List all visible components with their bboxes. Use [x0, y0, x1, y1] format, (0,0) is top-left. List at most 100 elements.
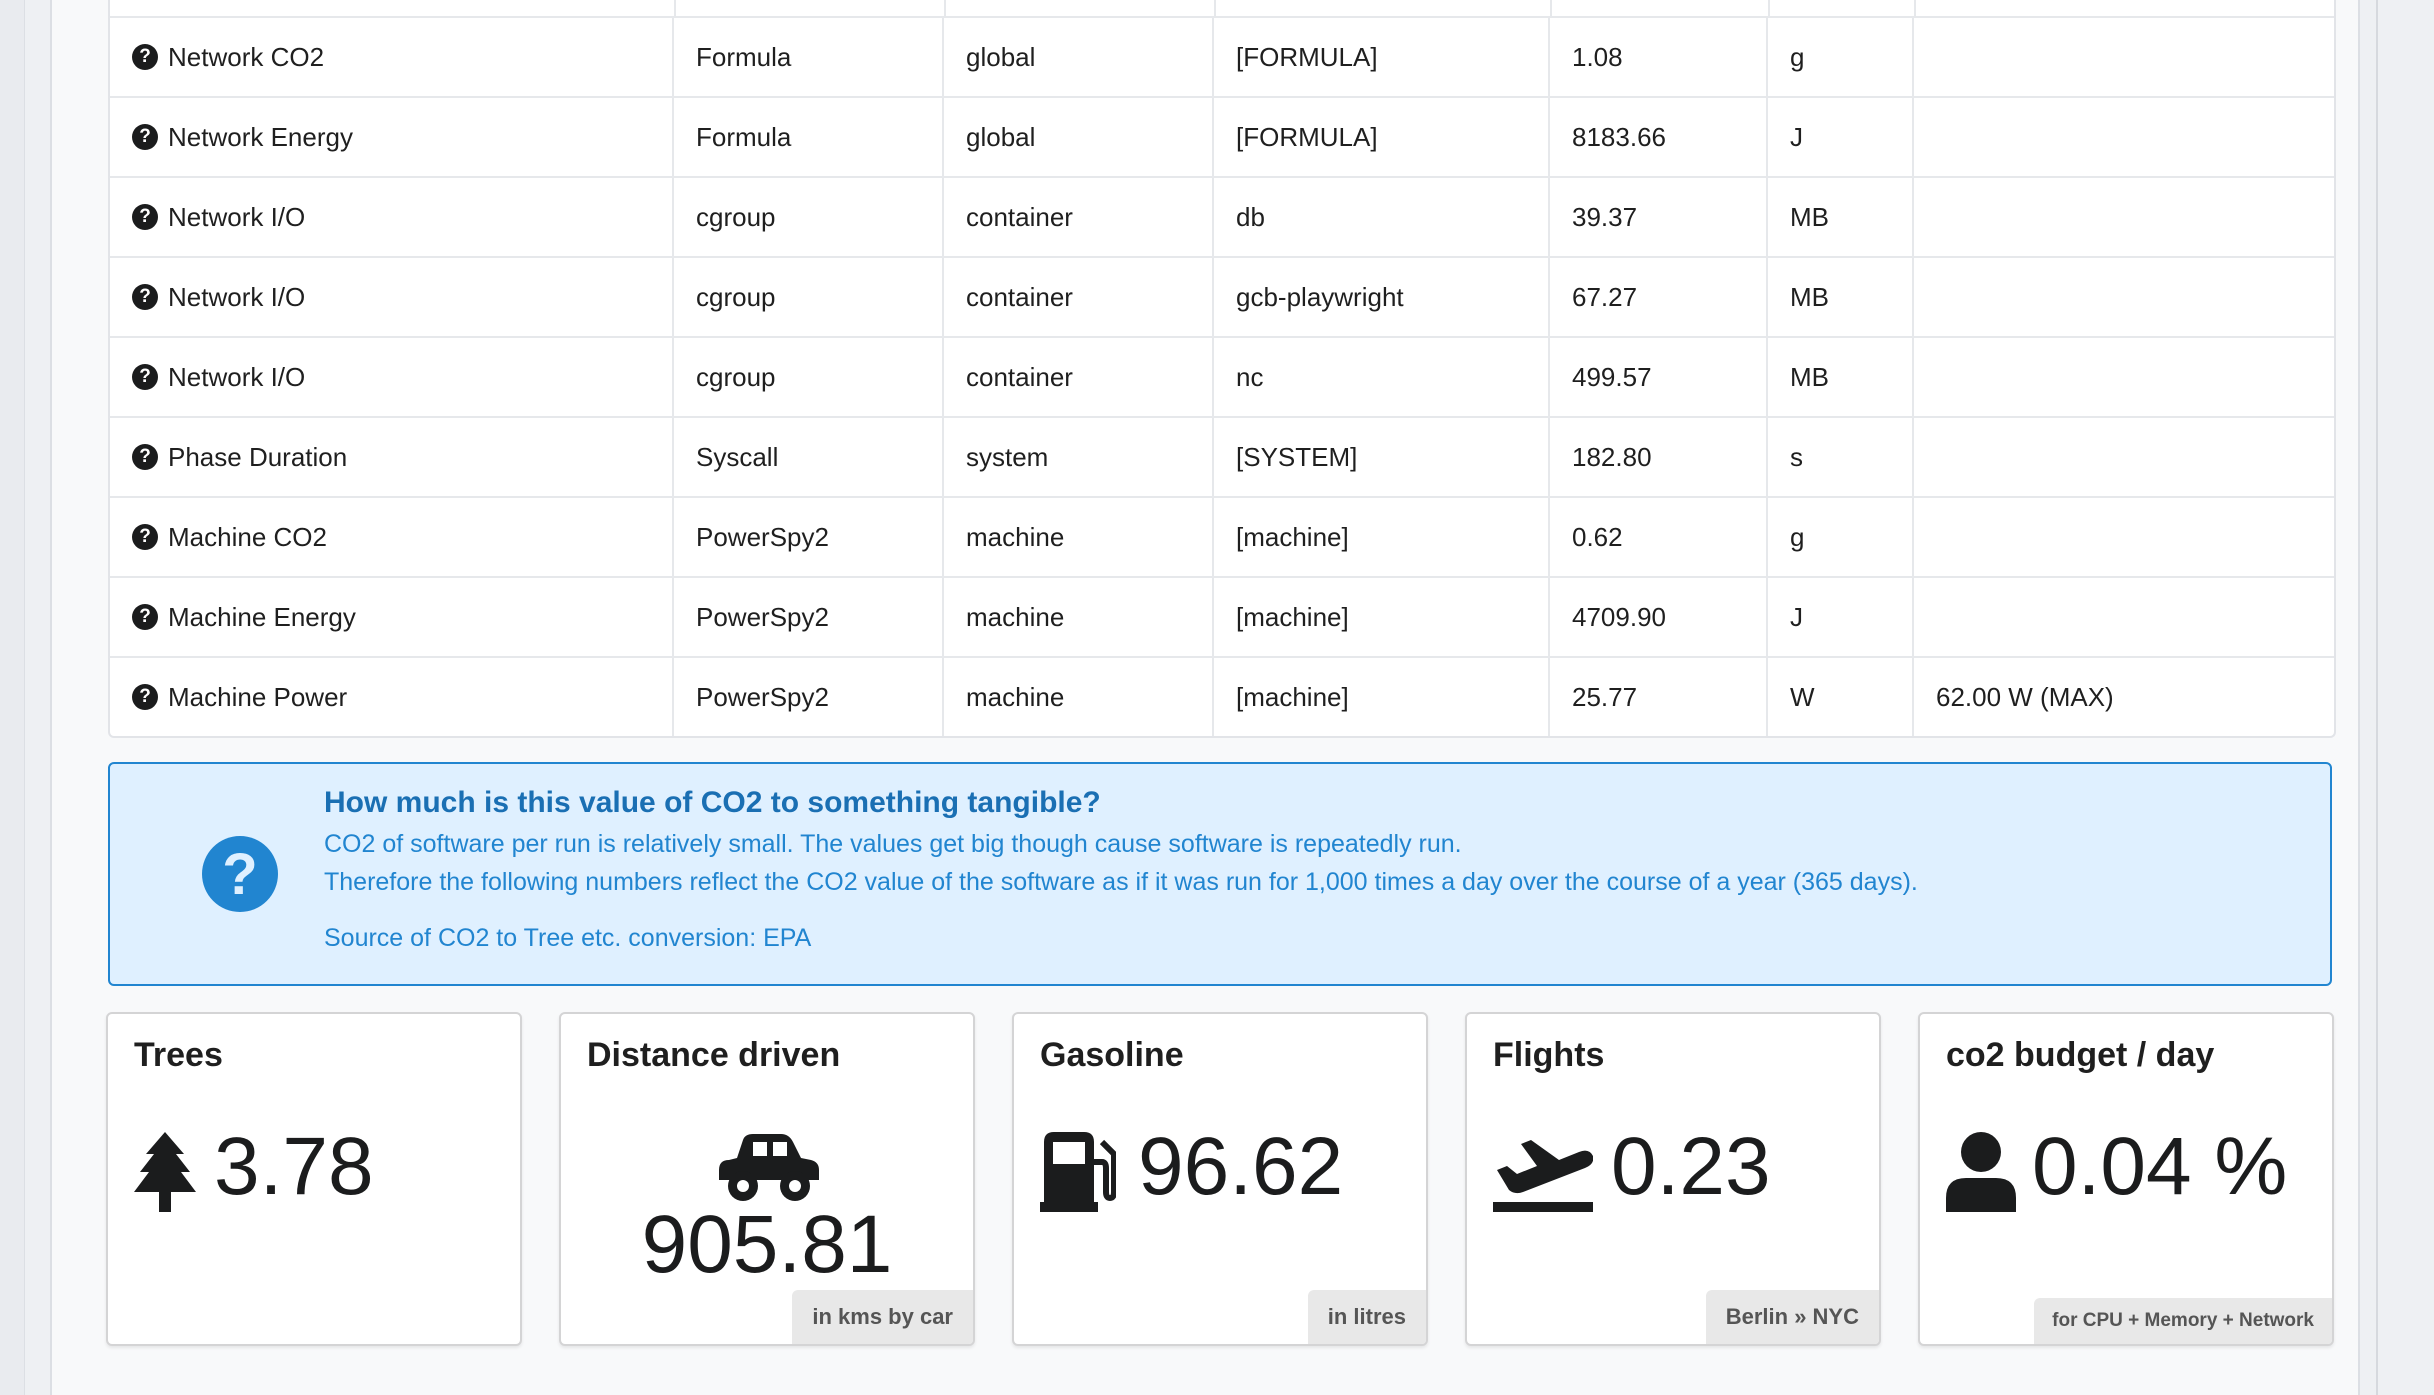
metric-extra-cell — [1914, 258, 2334, 336]
metric-detail: [machine] — [1236, 521, 1349, 552]
metric-source: Syscall — [696, 441, 779, 472]
metric-unit: W — [1790, 681, 1815, 712]
metric-unit: MB — [1790, 281, 1829, 312]
metric-unit: J — [1790, 121, 1803, 152]
metric-value-cell: 499.57 — [1550, 338, 1768, 416]
metric-value-cell: 25.77 — [1550, 658, 1768, 736]
info-line-2: Therefore the following numbers reflect … — [324, 868, 1918, 896]
page-content: ? Network CO2 Formula global [FORMULA] 1.08 g?… — [50, 0, 2360, 1395]
metric-detail: nc — [1236, 361, 1264, 392]
table-row: ? Network CO2 Formula global [FORMULA] 1.08 g — [110, 18, 2334, 98]
trees-value: 3.78 — [214, 1121, 374, 1212]
metric-extra-cell — [1914, 498, 2334, 576]
metric-scope-cell: system — [944, 418, 1214, 496]
tree-icon — [134, 1132, 196, 1212]
metric-scope-cell: global — [944, 18, 1214, 96]
info-title: How much is this value of CO2 to somethi… — [324, 786, 1101, 819]
metric-scope: global — [966, 41, 1036, 72]
question-circle-icon[interactable]: ? — [132, 124, 158, 150]
gasoline-card-title: Gasoline — [1040, 1036, 1184, 1074]
left-gutter — [0, 0, 25, 1395]
metric-unit-cell: s — [1768, 418, 1914, 496]
distance-card: Distance driven 905.81 in kms by car — [559, 1012, 975, 1346]
question-circle-icon[interactable]: ? — [132, 524, 158, 550]
flights-card-title: Flights — [1493, 1036, 1605, 1074]
car-icon — [719, 1134, 819, 1201]
metric-value-cell: 182.80 — [1550, 418, 1768, 496]
metric-unit-cell: J — [1768, 98, 1914, 176]
metric-detail: [FORMULA] — [1236, 121, 1378, 152]
question-circle-icon[interactable]: ? — [132, 444, 158, 470]
metric-scope: container — [966, 201, 1073, 232]
metric-source: cgroup — [696, 281, 776, 312]
metric-source: cgroup — [696, 361, 776, 392]
metric-extra-cell — [1914, 338, 2334, 416]
gasoline-card: Gasoline 96.62 in litres — [1012, 1012, 1428, 1346]
distance-card-title: Distance driven — [587, 1036, 841, 1074]
metric-name-cell: ? Network CO2 — [110, 18, 674, 96]
metrics-table: ? Network CO2 Formula global [FORMULA] 1.08 g?… — [108, 0, 2336, 738]
flights-value: 0.23 — [1611, 1121, 1771, 1212]
metric-scope: machine — [966, 681, 1065, 712]
metric-detail-cell: gcb-playwright — [1214, 258, 1550, 336]
question-circle-icon[interactable]: ? — [132, 44, 158, 70]
metric-scope-cell: container — [944, 258, 1214, 336]
question-circle-icon: ? — [202, 836, 278, 912]
metric-scope-cell: machine — [944, 578, 1214, 656]
metric-value-cell: 1.08 — [1550, 18, 1768, 96]
metric-name-cell: ? Machine CO2 — [110, 498, 674, 576]
metric-source-cell: PowerSpy2 — [674, 578, 944, 656]
question-circle-icon[interactable]: ? — [132, 604, 158, 630]
metric-scope-cell: container — [944, 338, 1214, 416]
metric-name-cell: ? Network I/O — [110, 338, 674, 416]
co2-budget-card-title: co2 budget / day — [1946, 1036, 2215, 1074]
metric-source: PowerSpy2 — [696, 601, 829, 632]
metric-unit: MB — [1790, 361, 1829, 392]
metric-scope-cell: machine — [944, 498, 1214, 576]
metric-unit-cell: MB — [1768, 258, 1914, 336]
metric-unit-cell: MB — [1768, 338, 1914, 416]
user-icon — [1946, 1132, 2016, 1212]
metric-source-cell: PowerSpy2 — [674, 658, 944, 736]
metric-source-cell: Formula — [674, 18, 944, 96]
metric-name: Machine Energy — [168, 601, 356, 632]
metric-extra: 62.00 W (MAX) — [1936, 681, 2114, 712]
distance-unit-label: in kms by car — [792, 1290, 973, 1344]
trees-card: Trees 3.78 — [106, 1012, 522, 1346]
question-circle-icon[interactable]: ? — [132, 684, 158, 710]
epa-link[interactable]: EPA — [763, 924, 811, 952]
metric-value: 1.08 — [1572, 41, 1623, 72]
table-row: ? Network I/O cgroup container nc 499.57 MB — [110, 338, 2334, 418]
metric-value: 4709.90 — [1572, 601, 1666, 632]
metric-source-cell: Formula — [674, 98, 944, 176]
metric-value-cell: 67.27 — [1550, 258, 1768, 336]
metric-name-cell: ? Machine Power — [110, 658, 674, 736]
metric-value: 182.80 — [1572, 441, 1652, 472]
metric-extra-cell — [1914, 98, 2334, 176]
co2-budget-card: co2 budget / day 0.04 % for CPU + Memory… — [1918, 1012, 2334, 1346]
gasoline-unit-label: in litres — [1307, 1290, 1426, 1344]
metric-name: Network I/O — [168, 281, 306, 312]
metric-detail: [machine] — [1236, 601, 1349, 632]
metric-source: PowerSpy2 — [696, 521, 829, 552]
metric-detail: gcb-playwright — [1236, 281, 1404, 312]
metric-detail: [machine] — [1236, 681, 1349, 712]
metric-name: Machine CO2 — [168, 521, 327, 552]
metric-extra-cell — [1914, 418, 2334, 496]
metric-name: Phase Duration — [168, 441, 348, 472]
plane-departure-icon — [1493, 1140, 1593, 1212]
metric-extra-cell — [1914, 178, 2334, 256]
metric-source: PowerSpy2 — [696, 681, 829, 712]
metric-unit-cell: J — [1768, 578, 1914, 656]
metric-extra-cell — [1914, 578, 2334, 656]
metric-name: Network I/O — [168, 201, 306, 232]
question-circle-icon[interactable]: ? — [132, 364, 158, 390]
co2-budget-scope-label: for CPU + Memory + Network — [2034, 1298, 2332, 1344]
question-circle-icon[interactable]: ? — [132, 284, 158, 310]
metric-scope-cell: container — [944, 178, 1214, 256]
metric-detail-cell: nc — [1214, 338, 1550, 416]
metric-source-cell: cgroup — [674, 258, 944, 336]
question-circle-icon[interactable]: ? — [132, 204, 158, 230]
metric-source-cell: PowerSpy2 — [674, 498, 944, 576]
metric-detail-cell: [FORMULA] — [1214, 18, 1550, 96]
